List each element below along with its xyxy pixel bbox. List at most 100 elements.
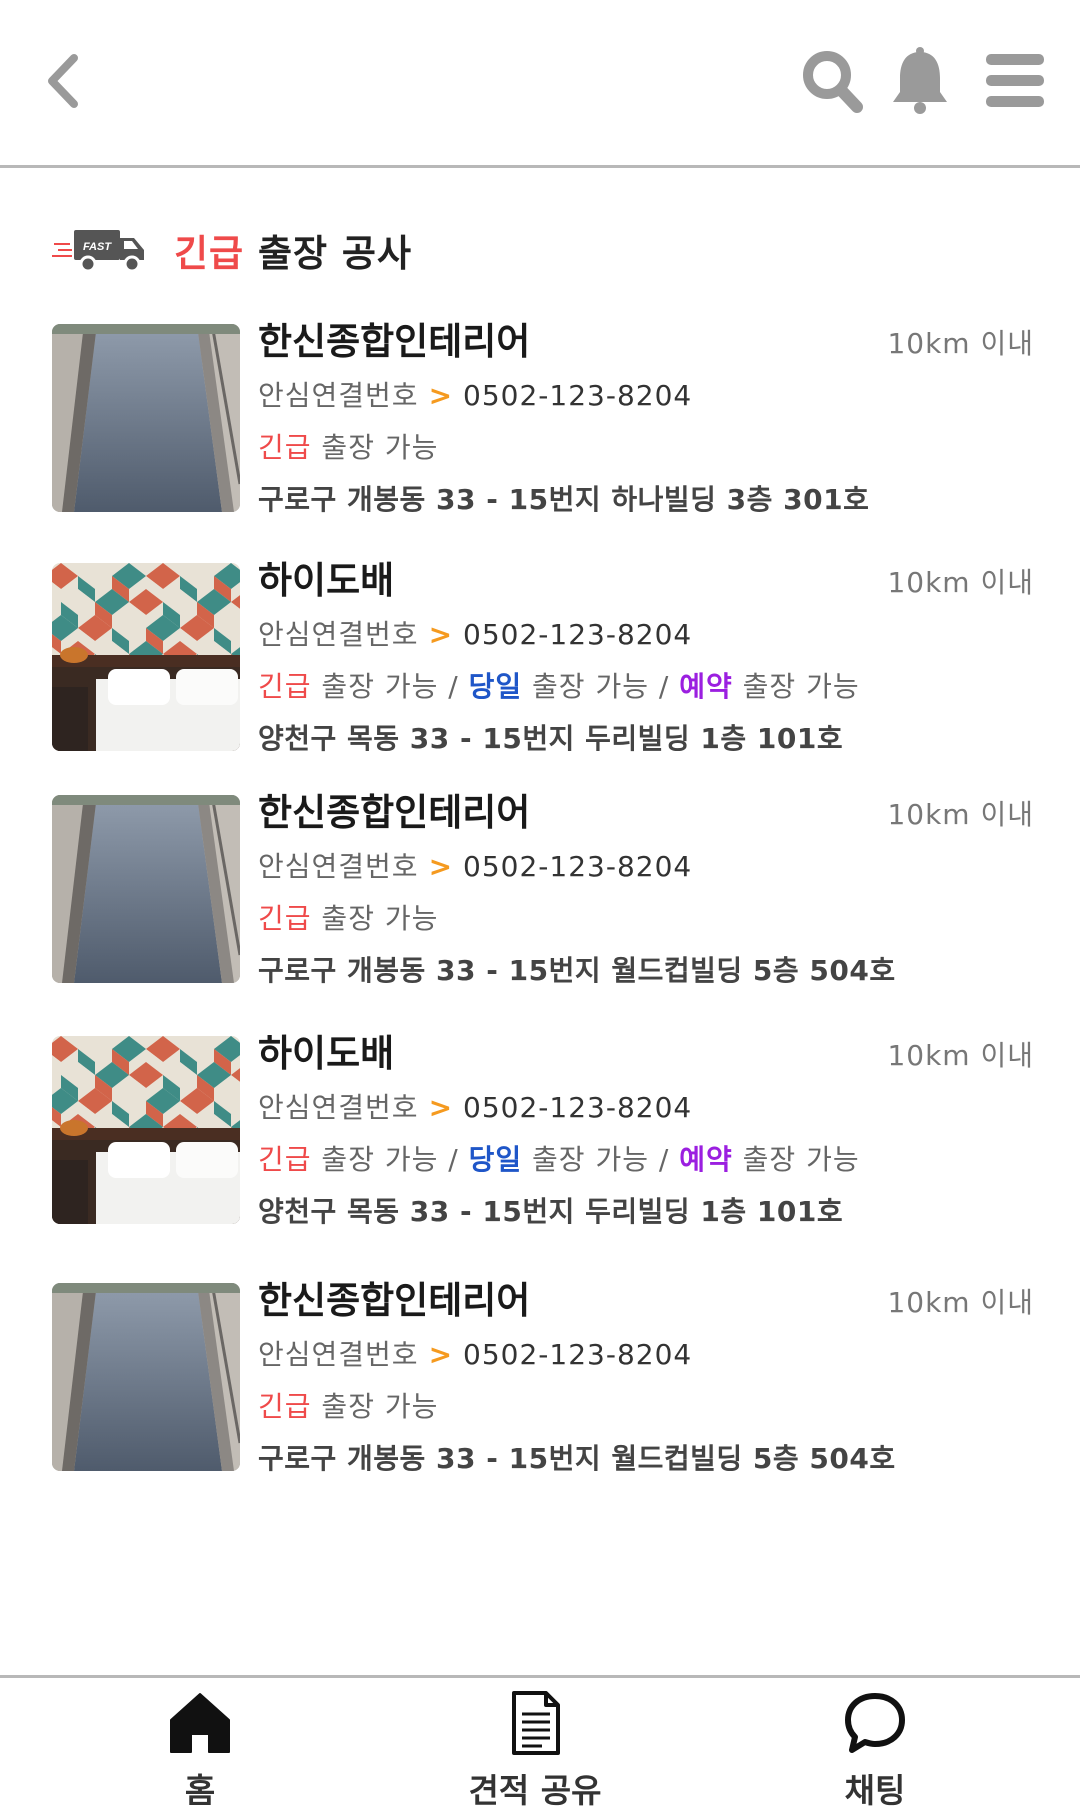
listing-item[interactable]: 하이도배 10km 이내 안심연결번호 >0502-123-8204 긴급 출장 가능 … [0,1032,1080,1246]
listing-info: 하이도배 10km 이내 안심연결번호 >0502-123-8204 긴급 출장 가능 … [258,1026,1040,1238]
listing-distance: 10km 이내 [887,566,1034,599]
tag-possible: 출장 가능 [311,1143,439,1176]
hamburger-menu-icon [986,54,1044,107]
truck-label: FAST [83,241,112,253]
tag-possible: 출장 가능 [732,670,860,703]
listing-thumbnail[interactable] [52,563,240,751]
tag-separator: / [648,670,680,703]
menu-button[interactable] [980,44,1050,118]
availability-tags: 긴급 출장 가능 [258,893,1040,945]
home-icon [170,1693,230,1753]
listing-phone-row[interactable]: 안심연결번호 >0502-123-8204 [258,841,1040,893]
phone-prefix: 안심연결번호 [258,618,419,651]
listing-address: 양천구 목동 33 - 15번지 두리빌딩 1층 101호 [258,722,844,755]
listing-phone-row[interactable]: 안심연결번호 >0502-123-8204 [258,1082,1040,1134]
tag-possible: 출장 가능 [522,670,649,703]
listing-info: 한신종합인테리어 10km 이내 안심연결번호 >0502-123-8204 긴급 출장… [258,1273,1040,1485]
phone-prefix: 안심연결번호 [258,850,419,883]
phone-prefix: 안심연결번호 [258,1091,419,1124]
section-title-urgent: 긴급 [174,232,245,275]
listing-info: 하이도배 10km 이내 안심연결번호 >0502-123-8204 긴급 출장 가능 … [258,553,1040,765]
phone-number[interactable]: 0502-123-8204 [463,1091,692,1124]
listing-photo-bedroom [52,563,240,751]
tag-separator: / [648,1143,680,1176]
listing-item[interactable]: 한신종합인테리어 10km 이내 안심연결번호 >0502-123-8204 긴급 출장… [0,1279,1080,1493]
listing-photo-bedroom [52,1036,240,1224]
listing-photo-balcony [52,1283,240,1471]
bottom-navigation: 홈 견적 공유 채팅 [0,1675,1080,1818]
listing-distance: 10km 이내 [887,327,1034,360]
nav-home[interactable]: 홈 [100,1690,300,1812]
availability-tags: 긴급 출장 가능 / 당일 출장 가능 / 예약 출장 가능 [258,661,1040,713]
chevron-left-icon [48,54,78,108]
fast-truck-icon: FAST [52,230,144,273]
tag-reserve: 예약 [679,670,733,703]
listing-address: 구로구 개봉동 33 - 15번지 월드컵빌딩 5층 504호 [258,954,896,987]
phone-arrow: > [428,850,454,883]
tag-urgent: 긴급 [258,1390,312,1423]
tag-possible: 출장 가능 [311,1390,439,1423]
section-title: 긴급 출장 공사 [174,223,412,277]
search-icon [803,51,863,113]
document-icon [512,1691,560,1755]
listing-thumbnail[interactable] [52,795,240,983]
chat-bubble-icon [845,1693,905,1753]
tag-urgent: 긴급 [258,670,312,703]
tag-possible: 출장 가능 [522,1143,649,1176]
listing-phone-row[interactable]: 안심연결번호 >0502-123-8204 [258,1329,1040,1381]
phone-prefix: 안심연결번호 [258,379,419,412]
listing-item[interactable]: 하이도배 10km 이내 안심연결번호 >0502-123-8204 긴급 출장 가능 … [0,559,1080,773]
phone-arrow: > [428,1091,454,1124]
tag-same_day: 당일 [468,670,523,703]
listing-info: 한신종합인테리어 10km 이내 안심연결번호 >0502-123-8204 긴급 출장… [258,785,1040,997]
tag-separator: / [438,670,469,703]
listing-item[interactable]: 한신종합인테리어 10km 이내 안심연결번호 >0502-123-8204 긴급 출장… [0,320,1080,534]
listing-address: 양천구 목동 33 - 15번지 두리빌딩 1층 101호 [258,1195,844,1228]
bell-icon [893,47,947,114]
section-title-rest: 출장 공사 [244,232,413,275]
tag-possible: 출장 가능 [311,431,439,464]
phone-number[interactable]: 0502-123-8204 [463,1338,692,1371]
listing-photo-balcony [52,795,240,983]
availability-tags: 긴급 출장 가능 [258,1381,1040,1433]
tag-urgent: 긴급 [258,902,312,935]
notifications-button[interactable] [885,44,955,118]
top-app-bar [0,0,1080,168]
nav-home-label: 홈 [184,1771,216,1810]
listing-address: 구로구 개봉동 33 - 15번지 하나빌딩 3층 301호 [258,483,870,516]
listing-thumbnail[interactable] [52,324,240,512]
availability-tags: 긴급 출장 가능 [258,422,1040,474]
nav-chat-label: 채팅 [844,1771,906,1810]
listing-phone-row[interactable]: 안심연결번호 >0502-123-8204 [258,609,1040,661]
phone-arrow: > [428,1338,454,1371]
listing-distance: 10km 이내 [887,1039,1034,1072]
availability-tags: 긴급 출장 가능 / 당일 출장 가능 / 예약 출장 가능 [258,1134,1040,1186]
search-button[interactable] [798,44,868,118]
nav-chat[interactable]: 채팅 [775,1690,975,1812]
listing-distance: 10km 이내 [887,1286,1034,1319]
tag-urgent: 긴급 [258,431,312,464]
listing-phone-row[interactable]: 안심연결번호 >0502-123-8204 [258,370,1040,422]
nav-estimate-share[interactable]: 견적 공유 [435,1690,635,1812]
phone-number[interactable]: 0502-123-8204 [463,379,692,412]
tag-same_day: 당일 [468,1143,523,1176]
tag-reserve: 예약 [679,1143,733,1176]
listing-item[interactable]: 한신종합인테리어 10km 이내 안심연결번호 >0502-123-8204 긴급 출장… [0,791,1080,1005]
nav-estimate-share-label: 견적 공유 [468,1771,602,1810]
listing-photo-balcony [52,324,240,512]
listing-distance: 10km 이내 [887,798,1034,831]
tag-urgent: 긴급 [258,1143,312,1176]
phone-number[interactable]: 0502-123-8204 [463,850,692,883]
phone-arrow: > [428,618,454,651]
back-button[interactable] [40,46,100,116]
listing-thumbnail[interactable] [52,1036,240,1224]
phone-number[interactable]: 0502-123-8204 [463,618,692,651]
phone-arrow: > [428,379,454,412]
listing-info: 한신종합인테리어 10km 이내 안심연결번호 >0502-123-8204 긴급 출장… [258,314,1040,526]
section-header: FAST 긴급 출장 공사 [52,222,412,278]
tag-possible: 출장 가능 [311,902,439,935]
listing-address: 구로구 개봉동 33 - 15번지 월드컵빌딩 5층 504호 [258,1442,896,1475]
tag-possible: 출장 가능 [311,670,439,703]
tag-separator: / [438,1143,469,1176]
listing-thumbnail[interactable] [52,1283,240,1471]
